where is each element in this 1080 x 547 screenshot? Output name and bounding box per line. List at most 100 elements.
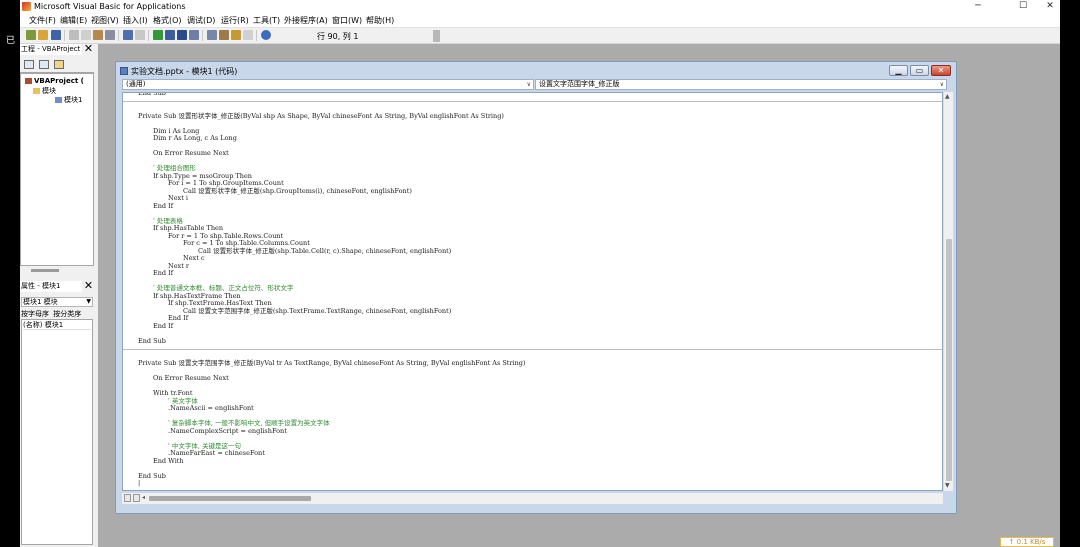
- code-line: End Sub: [138, 92, 166, 97]
- code-restore-button[interactable]: ▭: [910, 65, 929, 76]
- procedure-combo[interactable]: 设置文字范围字体_修正版 ∨: [535, 79, 947, 90]
- maximize-button[interactable]: ☐: [1009, 0, 1037, 13]
- menu-item[interactable]: 调试(D): [187, 15, 215, 26]
- code-line: End If: [168, 314, 189, 322]
- project-tree: VBAProject ( 模块 模块1: [20, 73, 94, 266]
- menu-item[interactable]: 插入(I): [123, 15, 148, 26]
- view-object-icon[interactable]: [39, 60, 49, 69]
- horizontal-scroll-thumb[interactable]: [149, 496, 311, 501]
- code-line: .NameAscii = englishFont: [168, 404, 254, 412]
- code-line: End If: [153, 269, 174, 277]
- menu-item[interactable]: 帮助(H): [366, 15, 394, 26]
- code-line: On Error Resume Next: [153, 374, 229, 382]
- toolbox-icon[interactable]: [243, 30, 253, 40]
- code-line: Call 设置形状字体_修正版(shp.GroupItems(i), chine…: [183, 186, 412, 195]
- property-row-name[interactable]: (名称) 模块1: [23, 321, 91, 330]
- properties-selected-object: 模块1 模块: [23, 298, 58, 306]
- close-button[interactable]: ✕: [1036, 0, 1060, 13]
- project-panel-toolbar: [20, 57, 94, 73]
- network-speed-indicator: ↑ 0.1 KB/s: [1000, 537, 1054, 547]
- undo-icon[interactable]: [123, 30, 133, 40]
- view-code-icon[interactable]: [24, 60, 34, 69]
- scroll-down-icon[interactable]: ▼: [945, 482, 950, 489]
- help-icon[interactable]: [261, 30, 271, 40]
- tree-node-module1[interactable]: 模块1: [55, 95, 82, 105]
- cut-icon[interactable]: [69, 30, 79, 40]
- run-icon[interactable]: [153, 30, 163, 40]
- procedure-combo-value: 设置文字范围字体_修正版: [539, 80, 620, 88]
- project-explorer-icon[interactable]: [207, 30, 217, 40]
- code-editor[interactable]: End Sub Private Sub 设置形状字体_修正版(ByVal shp …: [122, 92, 943, 491]
- scroll-up-icon[interactable]: ▲: [945, 93, 950, 100]
- object-combo-value: (通用): [126, 80, 146, 88]
- code-comment-line: ' 复杂脚本字体, 一般不影响中文, 但顺手设置为英文字体: [168, 419, 330, 427]
- code-line: Private Sub 设置形状字体_修正版(ByVal shp As Shap…: [138, 111, 504, 120]
- menu-item[interactable]: 文件(F): [29, 15, 56, 26]
- tab-categorized[interactable]: 按分类序: [53, 310, 81, 318]
- project-panel-close-icon[interactable]: ✕: [83, 43, 94, 55]
- code-minimize-button[interactable]: ▁: [889, 65, 908, 76]
- panel-splitter[interactable]: [31, 269, 59, 272]
- vertical-scrollbar[interactable]: ▲ ▼: [943, 92, 953, 491]
- property-name: (名称): [23, 321, 43, 329]
- properties-panel-close-icon[interactable]: ✕: [83, 280, 94, 292]
- code-line: End Sub: [138, 336, 166, 345]
- minimize-button[interactable]: ─: [964, 0, 992, 13]
- properties-object-select[interactable]: 模块1 模块 ▼: [21, 297, 93, 307]
- title-bar: Microsoft Visual Basic for Applications …: [20, 0, 1060, 13]
- code-line: Next i: [168, 194, 188, 202]
- menu-item[interactable]: 窗口(W): [332, 15, 362, 26]
- menu-item[interactable]: 工具(T): [253, 15, 280, 26]
- toolbar-grip[interactable]: [433, 30, 440, 42]
- full-module-view-icon[interactable]: [133, 494, 140, 502]
- code-line: For i = 1 To shp.GroupItems.Count: [168, 179, 284, 187]
- toolbar-separator: [118, 30, 119, 41]
- tree-node-vbaproject[interactable]: VBAProject (: [25, 77, 84, 85]
- menu-item[interactable]: 外接程序(A): [284, 15, 328, 26]
- procedure-separator: [123, 348, 942, 350]
- property-value: 模块1: [44, 321, 64, 329]
- code-line: End With: [153, 456, 184, 465]
- design-mode-icon[interactable]: [189, 30, 199, 40]
- code-line: On Error Resume Next: [153, 149, 229, 157]
- find-icon[interactable]: [105, 30, 115, 40]
- project-icon: [25, 78, 32, 84]
- code-line: Call 设置文字范围字体_修正版(shp.TextFrame.TextRang…: [183, 306, 452, 315]
- toolbar-separator: [148, 30, 149, 41]
- reset-icon[interactable]: [177, 30, 187, 40]
- toggle-folders-icon[interactable]: [54, 60, 64, 69]
- properties-window-icon[interactable]: [219, 30, 229, 40]
- code-line: Next c: [183, 254, 205, 262]
- menu-item[interactable]: 运行(R): [221, 15, 249, 26]
- code-line: |: [138, 479, 141, 487]
- scroll-left-icon[interactable]: ◂: [142, 494, 145, 501]
- procedure-view-icon[interactable]: [124, 494, 131, 502]
- paste-icon[interactable]: [93, 30, 103, 40]
- folder-icon: [33, 88, 40, 94]
- copy-icon[interactable]: [81, 30, 91, 40]
- save-icon[interactable]: [51, 30, 61, 40]
- view-host-app-icon[interactable]: [26, 30, 36, 40]
- menu-item[interactable]: 视图(V): [91, 15, 119, 26]
- code-line: End If: [153, 201, 174, 210]
- object-browser-icon[interactable]: [231, 30, 241, 40]
- code-line: If shp.TextFrame.HasText Then: [168, 299, 272, 307]
- editor-bottom-bar: ◂: [122, 493, 943, 504]
- vertical-scroll-thumb[interactable]: [946, 239, 952, 481]
- code-line: Private Sub 设置文字范围字体_修正版(ByVal tr As Tex…: [138, 359, 526, 367]
- break-icon[interactable]: [165, 30, 175, 40]
- object-combo[interactable]: (通用) ∨: [122, 79, 534, 90]
- code-line: If shp.HasTable Then: [153, 224, 224, 232]
- code-window-icon: [120, 67, 128, 75]
- tab-alphabetic[interactable]: 按字母序: [21, 310, 49, 318]
- menu-item[interactable]: 格式(O): [153, 15, 182, 26]
- insert-module-icon[interactable]: [38, 30, 48, 40]
- tree-node-modules-folder[interactable]: 模块: [33, 86, 56, 96]
- menu-item[interactable]: 编辑(E): [60, 15, 87, 26]
- tree-label-modules: 模块: [42, 87, 56, 95]
- code-close-button[interactable]: ✕: [931, 65, 951, 76]
- overlay-text: 已: [6, 36, 16, 46]
- redo-icon[interactable]: [135, 30, 145, 40]
- chevron-down-icon: ▼: [86, 298, 91, 305]
- mdi-workspace: 实验文档.pptx - 模块1 (代码) ▁ ▭ ✕ (通用) ∨ 设置文字范围…: [98, 44, 1060, 547]
